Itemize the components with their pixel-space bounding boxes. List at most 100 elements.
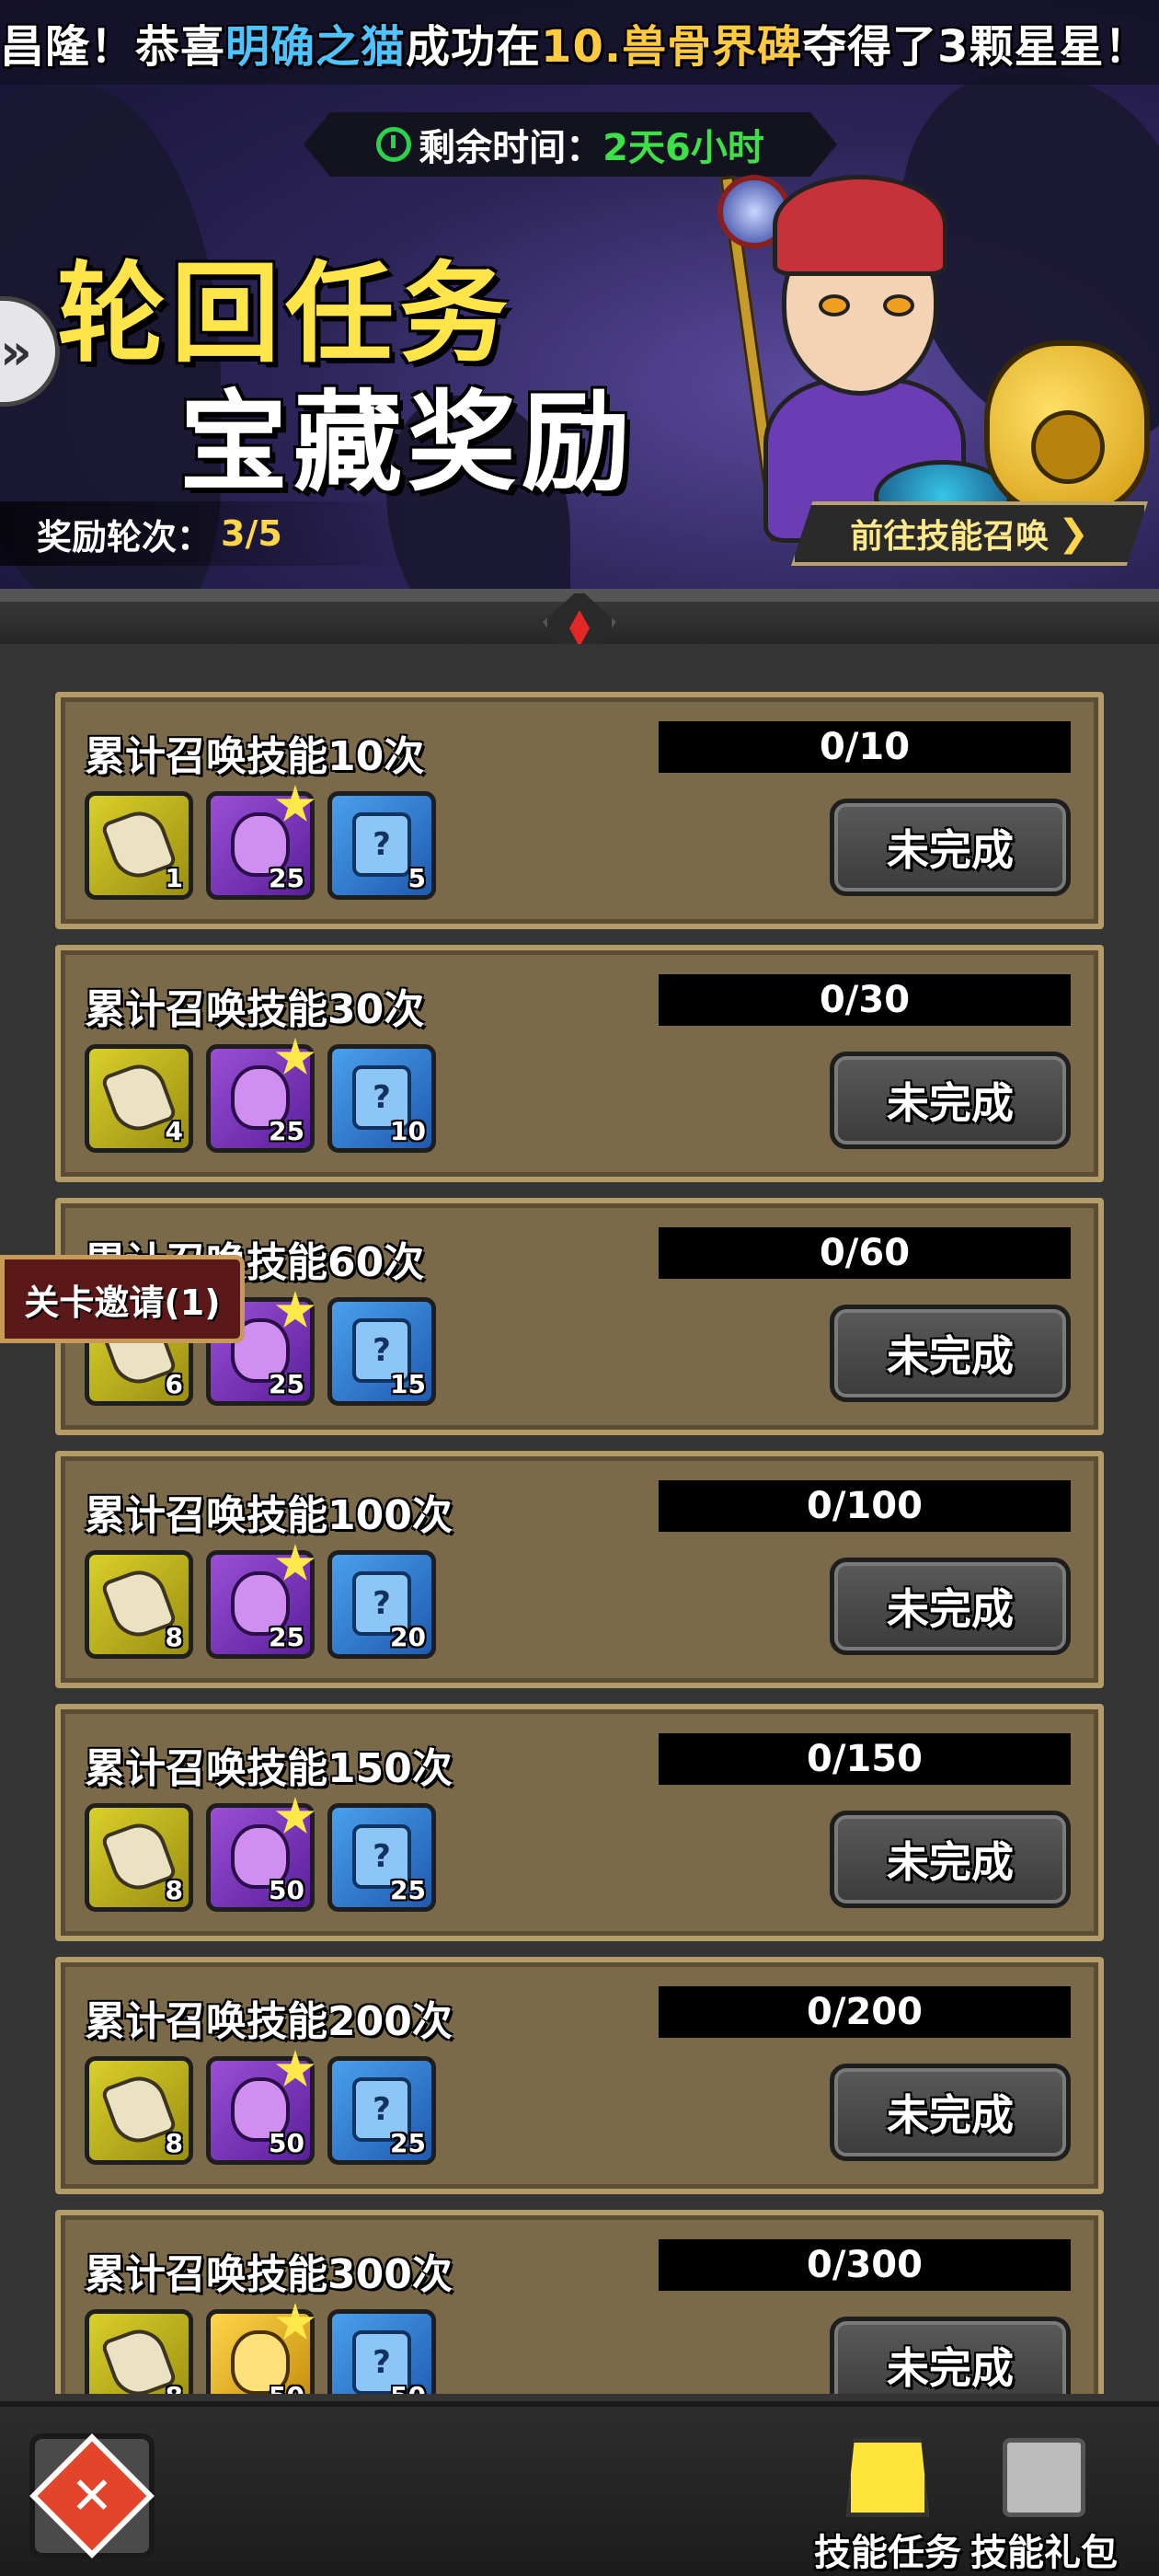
reward-quantity: 25 <box>269 1369 304 1399</box>
stage-invite-label: 关卡邀请(1) <box>24 1282 221 1323</box>
ticker-player-name: 明确之猫 <box>225 21 407 73</box>
reward-quantity: 5 <box>407 863 426 893</box>
scroll-reward-icon[interactable]: 8 <box>85 1803 193 1912</box>
task-progress: 0/60 <box>659 1227 1071 1279</box>
reward-quantity: 10 <box>390 1116 426 1146</box>
skill-book-reward-icon[interactable]: ? 15 <box>327 1297 436 1406</box>
task-list[interactable]: 累计召唤技能10次 0/10 1 25? 5 未完成 累计召唤技能30次 0/30 4 25? 10… <box>55 692 1104 2394</box>
task-progress: 0/200 <box>659 1986 1071 2038</box>
task-progress: 0/100 <box>659 1480 1071 1532</box>
task-label: 累计召唤技能100次 <box>85 1492 453 1539</box>
reward-list: 4 25 ? 10 <box>85 1038 436 1153</box>
broadcast-ticker: 昌隆！恭喜 明确之猫 成功在 10.兽骨界碑 夺得了3颗星星！ <box>0 0 1159 85</box>
ticker-stage-name: 10.兽骨界碑 <box>541 21 803 73</box>
reward-glyph: ? <box>352 812 411 877</box>
ticker-text: 昌隆！恭喜 <box>0 21 226 73</box>
reward-list: 850?50 <box>85 2303 436 2394</box>
tab-skill-tasks[interactable]: 技能任务 <box>800 2438 975 2576</box>
reward-round-label: 奖励轮次： <box>37 516 212 558</box>
skill-book-reward-icon[interactable]: ? 20 <box>327 1550 436 1659</box>
reward-quantity: 1 <box>165 863 183 893</box>
task-progress: 0/300 <box>659 2239 1071 2291</box>
task-label: 累计召唤技能300次 <box>85 2251 453 2298</box>
skill-book-reward-icon[interactable]: ? 10 <box>327 1044 436 1153</box>
reward-quantity: 25 <box>390 2128 426 2158</box>
task-card: 累计召唤技能100次 0/100 8 25 ? 20 未完成 <box>55 1451 1104 1688</box>
task-icon <box>846 2438 929 2517</box>
reward-quantity: 50 <box>269 2128 304 2158</box>
close-icon: ✕ <box>29 2433 155 2559</box>
event-banner: 昌隆！恭喜 明确之猫 成功在 10.兽骨界碑 夺得了3颗星星！ 剩余时间： 2天6小时 … <box>0 0 1159 644</box>
reward-quantity: 50 <box>269 2381 304 2394</box>
task-status-button[interactable]: 未完成 <box>830 2317 1071 2394</box>
scroll-reward-icon[interactable]: 8 <box>85 2309 193 2394</box>
task-status-button[interactable]: 未完成 <box>830 1052 1071 1149</box>
purple-bag-reward-icon[interactable]: 25 <box>206 1544 316 1659</box>
task-label: 累计召唤技能30次 <box>85 986 425 1033</box>
reward-quantity: 4 <box>165 1116 183 1146</box>
reward-quantity: 15 <box>390 1369 426 1399</box>
task-status-button[interactable]: 未完成 <box>830 2064 1071 2161</box>
task-card: 累计召唤技能10次 0/10 1 25? 5 未完成 <box>55 692 1104 929</box>
task-status-button[interactable]: 未完成 <box>830 1558 1071 1655</box>
reward-quantity: 20 <box>390 1622 426 1652</box>
reward-list: 8 50 ? 25 <box>85 1797 436 1912</box>
task-card: 累计召唤技能30次 0/30 4 25 ? 10 未完成 <box>55 945 1104 1182</box>
reward-quantity: 6 <box>165 1369 183 1399</box>
task-label: 累计召唤技能150次 <box>85 1745 453 1792</box>
task-progress: 0/30 <box>659 974 1071 1026</box>
reward-quantity: 8 <box>166 2381 183 2394</box>
scroll-reward-icon[interactable]: 8 <box>85 1550 193 1659</box>
tab-skill-gift[interactable]: 技能礼包 <box>957 2438 1131 2576</box>
skill-book-reward-icon[interactable]: ? 25 <box>327 2056 436 2165</box>
reward-list: 8 25 ? 20 <box>85 1544 436 1659</box>
task-status-button[interactable]: 未完成 <box>830 799 1071 896</box>
reward-quantity: 25 <box>269 1116 304 1146</box>
skill-book-reward-icon[interactable]: ? 25 <box>327 1803 436 1912</box>
purple-bag-reward-icon[interactable]: 25 <box>206 1038 316 1153</box>
scroll-reward-icon[interactable]: 4 <box>85 1044 193 1153</box>
reward-quantity: 25 <box>390 1875 426 1905</box>
task-progress: 0/150 <box>659 1733 1071 1785</box>
task-progress: 0/10 <box>659 721 1071 773</box>
reward-quantity: 8 <box>165 1622 183 1652</box>
purple-bag-reward-icon[interactable]: 25 <box>206 785 316 900</box>
gift-icon <box>1003 2438 1085 2517</box>
skill-book-reward-icon[interactable]: ? 5 <box>327 791 436 900</box>
task-status-button[interactable]: 未完成 <box>830 1305 1071 1402</box>
gold-bag-reward-icon[interactable]: 50 <box>206 2303 316 2394</box>
scroll-reward-icon[interactable]: 1 <box>85 791 193 900</box>
goto-skill-summon-button[interactable]: 前往技能召唤 ❯ <box>791 501 1148 566</box>
purple-bag-reward-icon[interactable]: 50 <box>206 2050 316 2165</box>
clock-icon <box>376 127 412 162</box>
task-label: 累计召唤技能200次 <box>85 1998 453 2045</box>
reward-quantity: 25 <box>269 1622 304 1652</box>
skill-book-reward-icon[interactable]: ?50 <box>327 2309 436 2394</box>
tab-skill-tasks-label: 技能任务 <box>814 2532 961 2574</box>
tab-skill-gift-label: 技能礼包 <box>970 2532 1118 2574</box>
reward-list: 8 50 ? 25 <box>85 2050 436 2165</box>
reward-round: 奖励轮次： 3/5 <box>0 501 423 566</box>
ticker-text: 成功在 <box>406 21 542 73</box>
close-button[interactable]: ✕ <box>29 2433 155 2559</box>
task-card: 累计召唤技能200次 0/200 8 50 ? 25 未完成 <box>55 1957 1104 2194</box>
task-label: 累计召唤技能10次 <box>85 733 425 780</box>
reward-quantity: 8 <box>165 2128 183 2158</box>
purple-bag-reward-icon[interactable]: 50 <box>206 1797 316 1912</box>
reward-round-value: 3/5 <box>221 513 282 554</box>
gold-bag-illustration <box>984 340 1150 515</box>
ticker-text: 夺得了3颗星星！ <box>802 21 1150 73</box>
reward-quantity: 25 <box>269 863 304 893</box>
reward-quantity: 50 <box>269 1875 304 1905</box>
task-card: 累计召唤技能150次 0/150 8 50 ? 25 未完成 <box>55 1704 1104 1941</box>
task-status-button[interactable]: 未完成 <box>830 1811 1071 1908</box>
reward-quantity: 50 <box>390 2381 426 2394</box>
reward-list: 1 25? 5 <box>85 785 436 900</box>
banner-title-line2: 宝藏奖励 <box>179 379 637 506</box>
reward-quantity: 8 <box>165 1875 183 1905</box>
goto-skill-summon-label: 前往技能召唤 <box>850 518 1050 556</box>
stage-invite-button[interactable]: 关卡邀请(1) <box>0 1255 245 1343</box>
chevron-right-icon: ❯ <box>1058 512 1089 555</box>
remaining-time-label: 剩余时间： <box>419 127 603 169</box>
scroll-reward-icon[interactable]: 8 <box>85 2056 193 2165</box>
